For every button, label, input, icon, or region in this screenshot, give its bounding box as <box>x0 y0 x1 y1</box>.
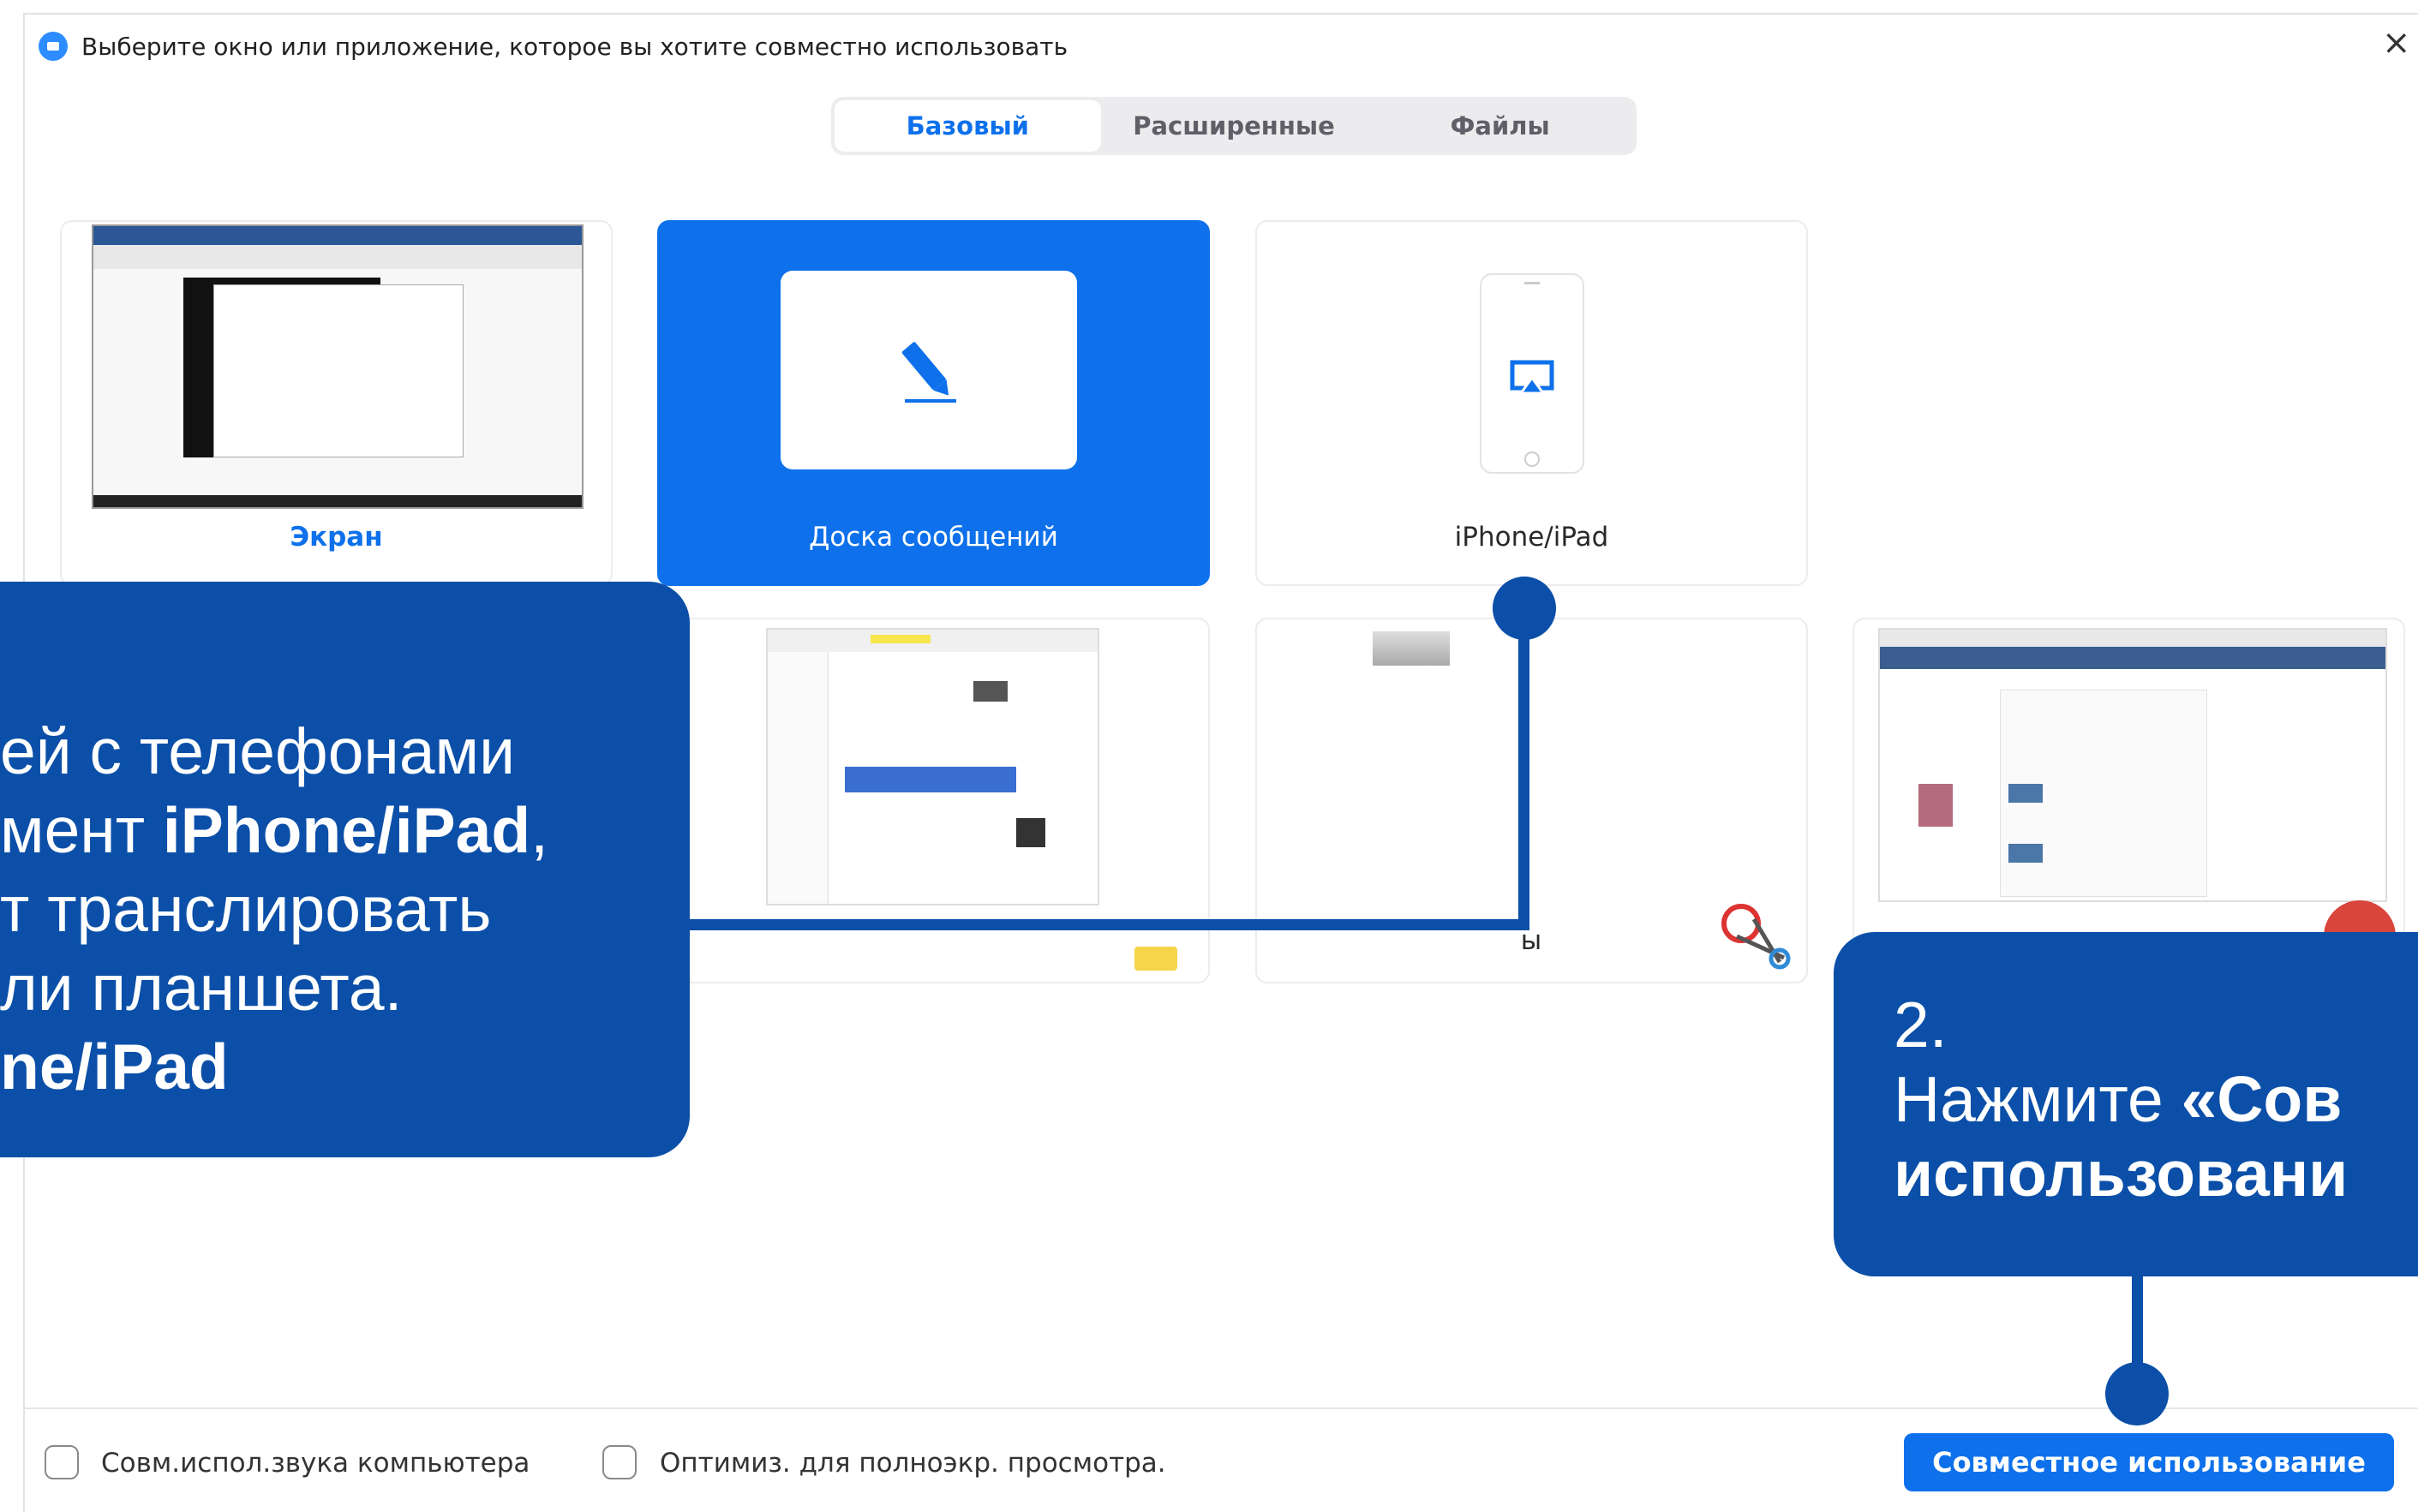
callout2-line1: Нажмите «Сов <box>1894 1063 2343 1135</box>
callout1-line5: ne/iPad <box>0 1031 229 1103</box>
tab-files[interactable]: Файлы <box>1367 100 1633 152</box>
callout-iphone-hint: ей с телефонами мент iPhone/iPad, т тран… <box>0 582 690 1157</box>
close-icon[interactable]: × <box>2382 26 2411 60</box>
title-bar: Выберите окно или приложение, которое вы… <box>39 29 1068 63</box>
window-title: Выберите окно или приложение, которое вы… <box>81 32 1068 61</box>
explorer-thumbnail <box>766 628 1099 905</box>
callout2-step: 2. <box>1894 989 1948 1061</box>
callout1-line1: ей с телефонами <box>0 715 515 787</box>
fullscreen-optimize-label: Оптимиз. для полноэкр. просмотра. <box>660 1448 1166 1479</box>
sticky-note-icon <box>1134 947 1177 971</box>
scissors-icon <box>1721 904 1791 970</box>
tile-iphone-label: iPhone/iPad <box>1454 522 1609 553</box>
tab-advanced[interactable]: Расширенные <box>1101 100 1368 152</box>
callout1-line2: мент iPhone/iPad, <box>0 794 548 866</box>
callout1-line4: ли планшета. <box>0 952 403 1024</box>
callout2-line2: использовани <box>1894 1138 2349 1210</box>
computer-sound-checkbox[interactable] <box>45 1445 79 1479</box>
callout1-connector-h <box>673 919 1529 930</box>
airplay-icon <box>1510 360 1554 395</box>
fullscreen-optimize-checkbox[interactable] <box>602 1445 637 1479</box>
tile-browser-window[interactable] <box>1852 618 2405 983</box>
screen-thumbnail <box>92 224 584 509</box>
callout1-line3: т транслировать <box>0 873 492 945</box>
tile-screen-label: Экран <box>290 522 383 553</box>
pencil-icon <box>901 342 956 403</box>
snip-thumbnail <box>1373 631 1450 666</box>
tile-screen[interactable]: Экран <box>60 220 613 586</box>
browser-thumbnail <box>1878 628 2387 902</box>
callout1-dot <box>1493 577 1556 640</box>
callout-share-hint: 2. Нажмите «Сов использовани <box>1834 932 2418 1276</box>
callout2-dot <box>2105 1362 2169 1425</box>
callout1-connector-v <box>1518 608 1529 930</box>
tile-whiteboard-label: Доска сообщений <box>809 522 1058 553</box>
computer-sound-label: Совм.испол.звука компьютера <box>101 1448 530 1479</box>
tile-iphone-ipad[interactable]: iPhone/iPad <box>1255 220 1808 586</box>
bottom-divider <box>23 1407 2418 1409</box>
whiteboard-preview <box>781 271 1077 469</box>
share-button[interactable]: Совместное использование <box>1904 1433 2394 1491</box>
tab-bar: Базовый Расширенные Файлы <box>831 97 1637 155</box>
phone-preview <box>1480 273 1584 474</box>
tab-basic[interactable]: Базовый <box>835 100 1101 152</box>
zoom-logo-icon <box>39 32 68 61</box>
tile-whiteboard[interactable]: Доска сообщений <box>657 220 1210 586</box>
